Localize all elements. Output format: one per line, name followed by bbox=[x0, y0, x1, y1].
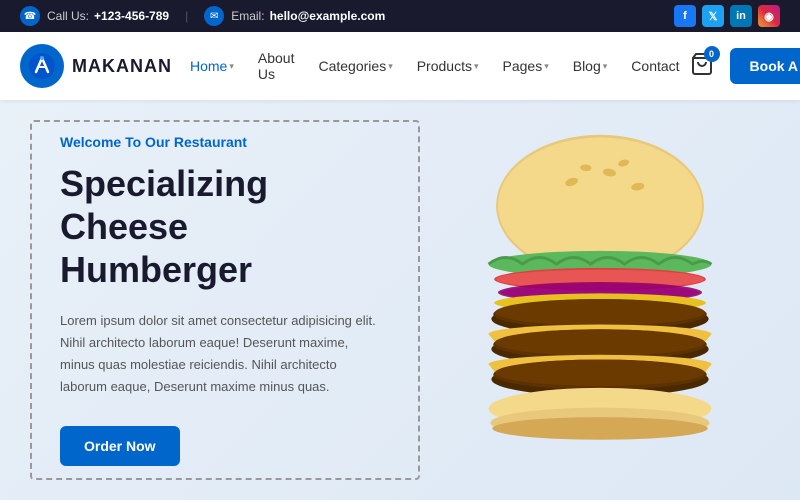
instagram-icon[interactable]: ◉ bbox=[758, 5, 780, 27]
logo-svg bbox=[28, 52, 56, 80]
email-icon: ✉ bbox=[204, 6, 224, 26]
logo-area[interactable]: MAKANAN bbox=[20, 44, 180, 88]
email-item: ✉ Email: hello@example.com bbox=[204, 6, 385, 26]
logo-icon bbox=[20, 44, 64, 88]
top-bar-contact: ☎ Call Us: +123-456-789 | ✉ Email: hello… bbox=[20, 6, 385, 26]
book-table-button[interactable]: Book A Table bbox=[730, 48, 800, 84]
logo-text: MAKANAN bbox=[72, 56, 172, 77]
header-right: 0 Book A Table bbox=[690, 48, 800, 84]
burger-illustration bbox=[440, 130, 760, 470]
cart-button[interactable]: 0 bbox=[690, 52, 714, 81]
twitter-icon[interactable]: 𝕏 bbox=[702, 5, 724, 27]
phone-icon: ☎ bbox=[20, 6, 40, 26]
hero-content: Welcome To Our Restaurant Specializing C… bbox=[0, 100, 440, 500]
phone-label: Call Us: bbox=[47, 9, 89, 23]
nav-pages[interactable]: Pages ▾ bbox=[493, 52, 559, 80]
main-nav: Home ▾ About Us Categories ▾ Products ▾ … bbox=[180, 44, 690, 88]
social-links: f 𝕏 in ◉ bbox=[674, 5, 780, 27]
chevron-down-icon: ▾ bbox=[544, 61, 549, 72]
order-now-button[interactable]: Order Now bbox=[60, 426, 180, 466]
nav-blog[interactable]: Blog ▾ bbox=[563, 52, 618, 80]
chevron-down-icon: ▾ bbox=[603, 61, 608, 72]
nav-contact[interactable]: Contact bbox=[621, 52, 689, 80]
cart-count: 0 bbox=[704, 46, 720, 62]
top-bar: ☎ Call Us: +123-456-789 | ✉ Email: hello… bbox=[0, 0, 800, 32]
hero-burger-image bbox=[430, 120, 770, 480]
nav-categories[interactable]: Categories ▾ bbox=[308, 52, 402, 80]
chevron-down-icon: ▾ bbox=[474, 61, 479, 72]
nav-about[interactable]: About Us bbox=[248, 44, 305, 88]
divider: | bbox=[185, 9, 188, 23]
facebook-icon[interactable]: f bbox=[674, 5, 696, 27]
linkedin-icon[interactable]: in bbox=[730, 5, 752, 27]
nav-home[interactable]: Home ▾ bbox=[180, 52, 244, 80]
phone-number[interactable]: +123-456-789 bbox=[94, 9, 169, 23]
header: MAKANAN Home ▾ About Us Categories ▾ Pro… bbox=[0, 32, 800, 100]
nav-products[interactable]: Products ▾ bbox=[407, 52, 489, 80]
hero-title: Specializing Cheese Humberger bbox=[60, 162, 380, 292]
hero-welcome-text: Welcome To Our Restaurant bbox=[60, 134, 380, 150]
phone-item: ☎ Call Us: +123-456-789 bbox=[20, 6, 169, 26]
email-label: Email: bbox=[231, 9, 264, 23]
chevron-down-icon: ▾ bbox=[229, 61, 234, 72]
chevron-down-icon: ▾ bbox=[388, 61, 393, 72]
hero-section: Welcome To Our Restaurant Specializing C… bbox=[0, 100, 800, 500]
email-address[interactable]: hello@example.com bbox=[270, 9, 386, 23]
hero-description: Lorem ipsum dolor sit amet consectetur a… bbox=[60, 310, 380, 398]
